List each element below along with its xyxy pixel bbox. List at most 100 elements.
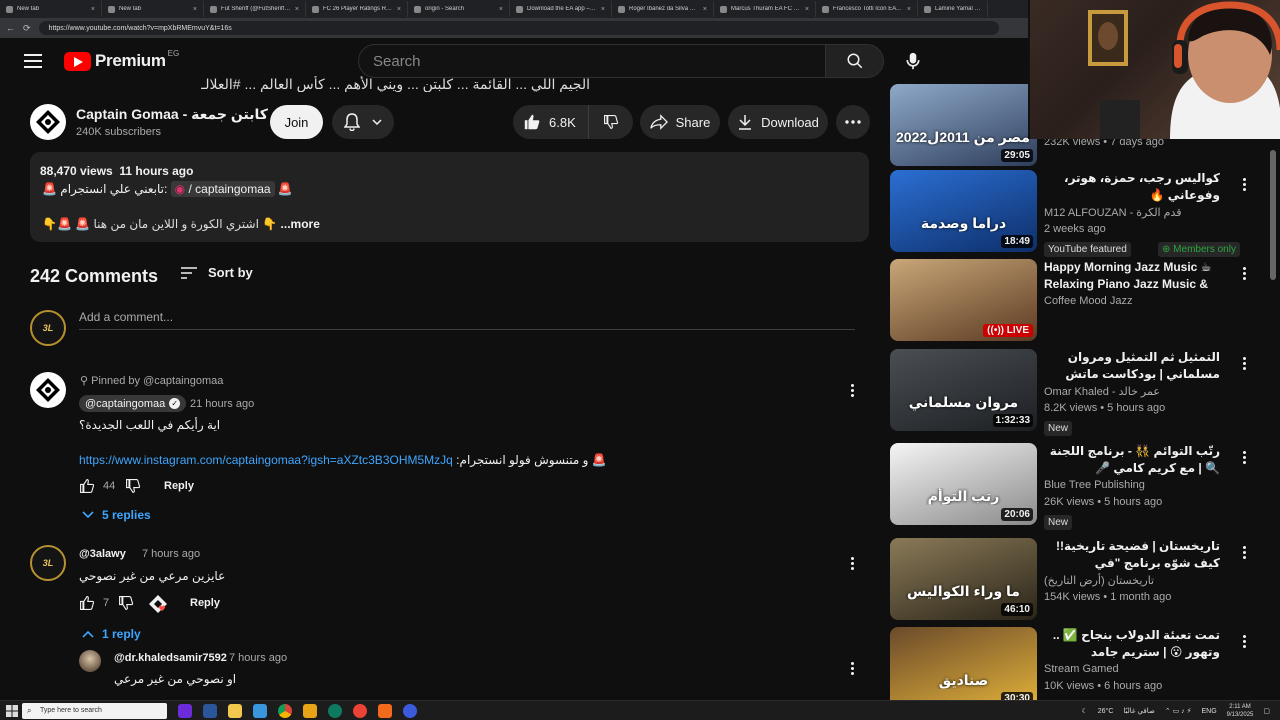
comment-author[interactable]: @captaingomaa ✓ xyxy=(79,395,187,412)
close-tab-icon[interactable]: × xyxy=(91,6,95,13)
comment-like-button[interactable]: 44 xyxy=(79,478,115,494)
browser-tab[interactable]: origin - Search × xyxy=(408,1,510,17)
channel-name[interactable]: Captain Gomaa - كابتن جمعة✓ xyxy=(76,106,283,123)
close-tab-icon[interactable]: × xyxy=(295,6,299,13)
reply-menu-icon[interactable] xyxy=(842,658,862,678)
language-indicator[interactable]: ENG xyxy=(1202,708,1217,715)
browser-tab[interactable]: Roger Ibañez da Silva EA FC × xyxy=(612,1,714,17)
close-tab-icon[interactable]: × xyxy=(805,6,809,13)
voice-search-button[interactable] xyxy=(895,43,931,79)
menu-icon[interactable] xyxy=(24,54,42,68)
recommended-video[interactable]: ((•)) LIVE Happy Morning Jazz Music ☕ Rel… xyxy=(890,259,1250,343)
taskbar-app-icon[interactable] xyxy=(178,703,192,718)
browser-tab[interactable]: Francesco Totti Icon EA FC × xyxy=(816,1,918,17)
video-thumbnail[interactable]: مروان مسلماني 1:32:33 xyxy=(890,349,1037,431)
comment-time[interactable]: 7 hours ago xyxy=(142,548,200,560)
recommended-video-title[interactable]: Happy Morning Jazz Music ☕ Relaxing Pian… xyxy=(1044,259,1220,293)
browser-tab[interactable]: Lamine Yamal Na xyxy=(918,1,988,17)
recommended-channel-name[interactable]: M12 ALFOUZAN - قدم الكرة xyxy=(1044,206,1182,219)
video-thumbnail[interactable]: دراما وصدمة 18:49 xyxy=(890,170,1037,252)
reply-button[interactable]: Reply xyxy=(164,480,194,492)
recommended-menu-icon[interactable] xyxy=(1234,542,1254,562)
reply-button[interactable]: Reply xyxy=(190,597,220,609)
taskbar-app-icon[interactable] xyxy=(378,703,392,718)
reply-avatar[interactable] xyxy=(79,650,101,672)
search-input[interactable]: Search xyxy=(358,44,826,78)
share-button[interactable]: Share xyxy=(640,105,720,139)
taskbar-search-input[interactable]: ⌕ Type here to search xyxy=(22,702,167,719)
recommended-menu-icon[interactable] xyxy=(1234,631,1254,651)
taskbar-app-icon[interactable] xyxy=(203,703,217,718)
dislike-button[interactable] xyxy=(589,105,633,139)
search-button[interactable] xyxy=(826,44,884,78)
comment-time[interactable]: 21 hours ago xyxy=(190,398,254,410)
video-thumbnail[interactable]: ((•)) LIVE xyxy=(890,259,1037,341)
more-link[interactable]: ...more xyxy=(281,217,320,231)
recommended-video[interactable]: مروان مسلماني 1:32:33 التمثيل ثم التمثيل و… xyxy=(890,349,1250,436)
recommended-menu-icon[interactable] xyxy=(1234,447,1254,467)
hide-replies-button[interactable]: 1 reply xyxy=(82,627,141,641)
chrome-icon[interactable] xyxy=(278,703,292,718)
join-button[interactable]: Join xyxy=(270,105,323,139)
recommended-video[interactable]: صناديق 30:30 تمت تعبئة الدولاب بنجاح ✅ .. … xyxy=(890,627,1250,711)
video-thumbnail[interactable]: رحلة فشل مصر من 2011ل2022 29:05 xyxy=(890,84,1037,166)
close-tab-icon[interactable]: × xyxy=(397,6,401,13)
recommended-video-title[interactable]: تاريخستان | فضيحة تاريخية!! كيف شوّه برن… xyxy=(1044,538,1220,572)
instagram-tag[interactable]: ◉ / captaingomaa xyxy=(170,181,275,197)
taskbar-app-icon[interactable] xyxy=(353,703,367,718)
description-box[interactable]: 88,470 views 11 hours ago 🚨 تابعني علي ا… xyxy=(30,152,869,242)
edge-icon[interactable] xyxy=(328,703,342,718)
close-tab-icon[interactable]: × xyxy=(499,6,503,13)
recommended-channel-name[interactable]: Omar Khaled - عمر خالد xyxy=(1044,385,1160,398)
recommended-channel-name[interactable]: تاريخستان (أرض التاريخ) xyxy=(1044,574,1154,587)
recommended-video-title[interactable]: رتّب التوائم 👯 - برنامج اللجنة 🔍 | مع كر… xyxy=(1044,443,1220,477)
recommended-channel-name[interactable]: Stream Gamed xyxy=(1044,663,1119,675)
browser-tab[interactable]: New tab × xyxy=(102,1,204,17)
recommended-channel-name[interactable]: Blue Tree Publishing xyxy=(1044,479,1145,491)
taskbar-app-icon[interactable] xyxy=(403,703,417,718)
weather-temp[interactable]: 26°C xyxy=(1098,708,1114,715)
browser-tab[interactable]: New tab × xyxy=(0,1,102,17)
notifications-icon[interactable]: ▢ xyxy=(1263,707,1270,715)
notifications-button[interactable] xyxy=(332,105,394,139)
comment-menu-icon[interactable] xyxy=(842,380,862,400)
download-button[interactable]: Download xyxy=(728,105,828,139)
video-thumbnail[interactable]: ما وراء الكواليس 46:10 xyxy=(890,538,1037,620)
recommended-menu-icon[interactable] xyxy=(1234,174,1254,194)
user-avatar[interactable]: 3L xyxy=(30,310,66,346)
close-tab-icon[interactable]: × xyxy=(601,6,605,13)
recommended-video-title[interactable]: كواليس رجب، حمزة، هوتر، وفوعاني 🔥 xyxy=(1044,170,1220,204)
reply-time[interactable]: 7 hours ago xyxy=(229,652,287,664)
taskbar-app-icon[interactable] xyxy=(253,703,267,718)
more-actions-button[interactable] xyxy=(836,105,870,139)
comment-avatar[interactable]: 3L xyxy=(30,545,66,581)
instagram-link[interactable]: https://www.instagram.com/captaingomaa?i… xyxy=(79,453,453,467)
comment-like-button[interactable]: 7 xyxy=(79,595,109,611)
reload-icon[interactable]: ⟳ xyxy=(23,23,31,34)
recommended-video[interactable]: دراما وصدمة 18:49 كواليس رجب، حمزة، هوتر، … xyxy=(890,170,1250,257)
comment-dislike-button[interactable] xyxy=(118,595,134,611)
like-button[interactable]: 6.8K xyxy=(513,105,589,139)
browser-tab[interactable]: FC 26 Player Ratings Reveal × xyxy=(306,1,408,17)
view-replies-button[interactable]: 5 replies xyxy=(82,508,151,522)
close-tab-icon[interactable]: × xyxy=(193,6,197,13)
browser-tab[interactable]: Download the EA app – Pow × xyxy=(510,1,612,17)
recommended-video-title[interactable]: التمثيل ثم التمثيل ومروان مسلماني | بودك… xyxy=(1044,349,1220,383)
clock[interactable]: 2:11 AM 9/13/2025 xyxy=(1227,703,1254,719)
close-tab-icon[interactable]: × xyxy=(907,6,911,13)
reply-author[interactable]: @dr.khaledsamir7592 xyxy=(114,652,227,664)
channel-avatar[interactable] xyxy=(30,104,66,140)
recommended-channel-name[interactable]: Coffee Mood Jazz xyxy=(1044,295,1132,307)
recommended-menu-icon[interactable] xyxy=(1234,263,1254,283)
video-thumbnail[interactable]: صناديق 30:30 xyxy=(890,627,1037,709)
url-field[interactable]: https://www.youtube.com/watch?v=mpXbRMEm… xyxy=(38,21,999,35)
youtube-premium-logo[interactable]: Premium EG xyxy=(64,49,179,71)
video-thumbnail[interactable]: رتب التوأم 20:06 xyxy=(890,443,1037,525)
recommended-video[interactable]: رتب التوأم 20:06 رتّب التوائم 👯 - برنامج ا… xyxy=(890,443,1250,530)
comment-avatar[interactable] xyxy=(30,372,66,408)
add-comment-input[interactable]: Add a comment... xyxy=(79,310,855,330)
recommended-menu-icon[interactable] xyxy=(1234,353,1254,373)
recommended-video-title[interactable]: تمت تعبئة الدولاب بنجاح ✅ .. وتهور 😮 | س… xyxy=(1044,627,1220,661)
back-icon[interactable]: ← xyxy=(6,23,15,33)
comment-author[interactable]: @3alawy xyxy=(79,548,126,560)
